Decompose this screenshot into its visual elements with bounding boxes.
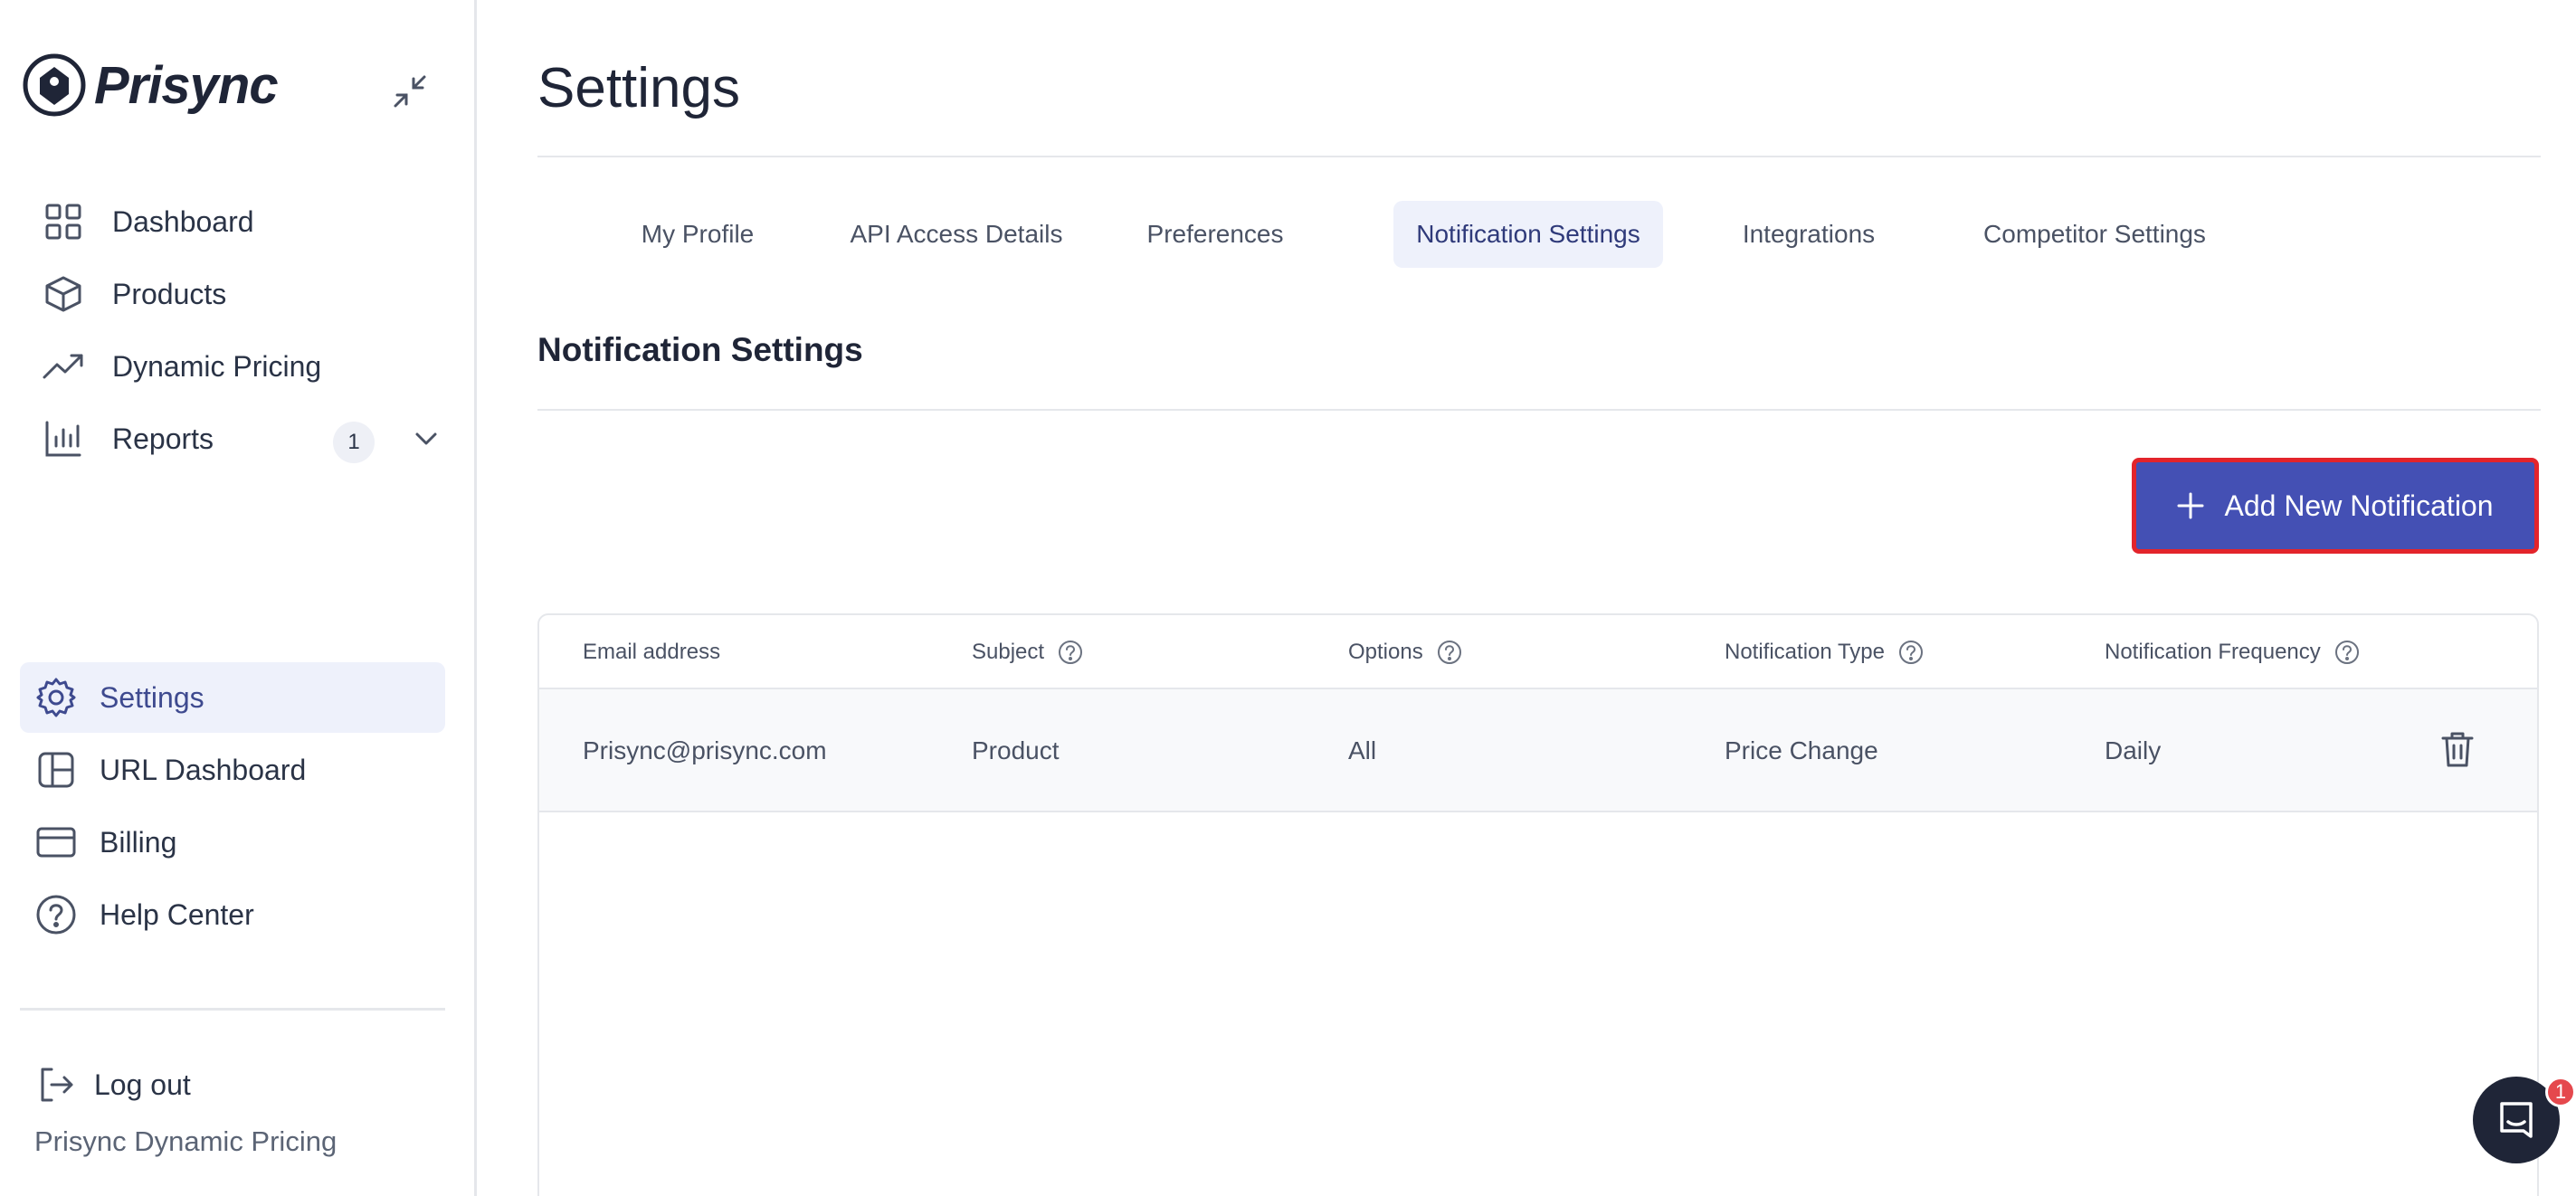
header-subject: Subject — [972, 615, 1084, 689]
tab-api-access-details[interactable]: API Access Details — [832, 201, 1080, 268]
help-circle-icon[interactable] — [1057, 639, 1084, 666]
sidebar: Prisync Dashboard Products Dynamic Prici… — [0, 0, 477, 1196]
sidebar-item-label: Dashboard — [112, 204, 254, 238]
settings-tabs: My Profile API Access Details Preference… — [537, 201, 2541, 268]
cell-options: All — [1348, 736, 1377, 764]
credit-card-icon — [31, 817, 81, 868]
sidebar-item-label: Settings — [100, 680, 204, 714]
header-notification-frequency: Notification Frequency — [2105, 615, 2361, 689]
help-circle-icon[interactable] — [1897, 639, 1925, 666]
header-email: Email address — [583, 640, 721, 664]
collapse-icon — [394, 75, 426, 108]
logout-button[interactable]: Log out — [20, 1049, 445, 1120]
tab-notification-settings[interactable]: Notification Settings — [1393, 201, 1663, 268]
footer-brand: Prisync Dynamic Pricing — [34, 1125, 337, 1157]
grid-icon — [38, 196, 89, 247]
tab-competitor-settings[interactable]: Competitor Settings — [1963, 201, 2226, 268]
sidebar-item-label: URL Dashboard — [100, 753, 307, 786]
logout-icon — [31, 1059, 81, 1110]
sidebar-item-label: Help Center — [100, 897, 254, 931]
sidebar-item-label: Log out — [94, 1068, 191, 1101]
sidebar-divider — [20, 1008, 445, 1011]
cell-email: Prisync@prisync.com — [583, 736, 827, 764]
brand-name: Prisync — [94, 55, 279, 115]
tab-integrations[interactable]: Integrations — [1728, 201, 1889, 268]
sidebar-item-settings[interactable]: Settings — [20, 662, 445, 733]
cell-notification-frequency: Daily — [2105, 736, 2162, 764]
page-title: Settings — [537, 57, 741, 119]
sidebar-item-label: Products — [112, 277, 227, 310]
prisync-logo-icon — [23, 53, 86, 117]
sidebar-item-label: Dynamic Pricing — [112, 349, 322, 383]
sidebar-item-dashboard[interactable]: Dashboard — [20, 186, 445, 257]
sidebar-item-billing[interactable]: Billing — [20, 807, 445, 878]
sidebar-item-url-dashboard[interactable]: URL Dashboard — [20, 735, 445, 805]
sidebar-item-dynamic-pricing[interactable]: Dynamic Pricing — [20, 331, 445, 402]
chat-icon — [2500, 1102, 2533, 1138]
main-content: Settings My Profile API Access Details P… — [537, 0, 2541, 1196]
divider — [537, 409, 2541, 411]
logo[interactable]: Prisync — [20, 51, 279, 119]
divider — [537, 156, 2541, 157]
chevron-down-icon[interactable] — [411, 423, 442, 454]
sidebar-item-products[interactable]: Products — [20, 259, 445, 329]
trending-up-icon — [38, 341, 89, 392]
sidebar-item-label: Reports — [112, 422, 214, 455]
table-header: Email address Subject Options Notificati… — [539, 615, 2537, 689]
layout-icon — [31, 745, 81, 795]
cell-notification-type: Price Change — [1725, 736, 1878, 764]
trash-icon[interactable] — [2439, 729, 2476, 769]
add-button-label: Add New Notification — [2224, 489, 2494, 522]
chat-notification-badge: 1 — [2545, 1077, 2576, 1107]
collapse-sidebar-button[interactable] — [387, 69, 433, 114]
box-icon — [38, 269, 89, 319]
sidebar-item-reports[interactable]: Reports 1 — [20, 403, 445, 474]
tab-my-profile[interactable]: My Profile — [608, 201, 787, 268]
notifications-table: Email address Subject Options Notificati… — [537, 613, 2539, 1196]
plus-icon — [2177, 492, 2204, 519]
table-row: Prisync@prisync.com Product All Price Ch… — [539, 689, 2537, 812]
section-title: Notification Settings — [537, 331, 863, 368]
bar-chart-icon — [38, 413, 89, 464]
add-new-notification-button[interactable]: Add New Notification — [2132, 458, 2539, 554]
gear-icon — [31, 672, 81, 723]
help-circle-icon — [31, 889, 81, 940]
reports-count-badge: 1 — [333, 422, 375, 463]
help-circle-icon[interactable] — [1436, 639, 1463, 666]
cell-subject: Product — [972, 736, 1060, 764]
header-notification-type: Notification Type — [1725, 615, 1925, 689]
help-circle-icon[interactable] — [2334, 639, 2361, 666]
sidebar-item-label: Billing — [100, 825, 177, 859]
header-options: Options — [1348, 615, 1463, 689]
tab-preferences[interactable]: Preferences — [1122, 201, 1308, 268]
sidebar-item-help-center[interactable]: Help Center — [20, 879, 445, 950]
